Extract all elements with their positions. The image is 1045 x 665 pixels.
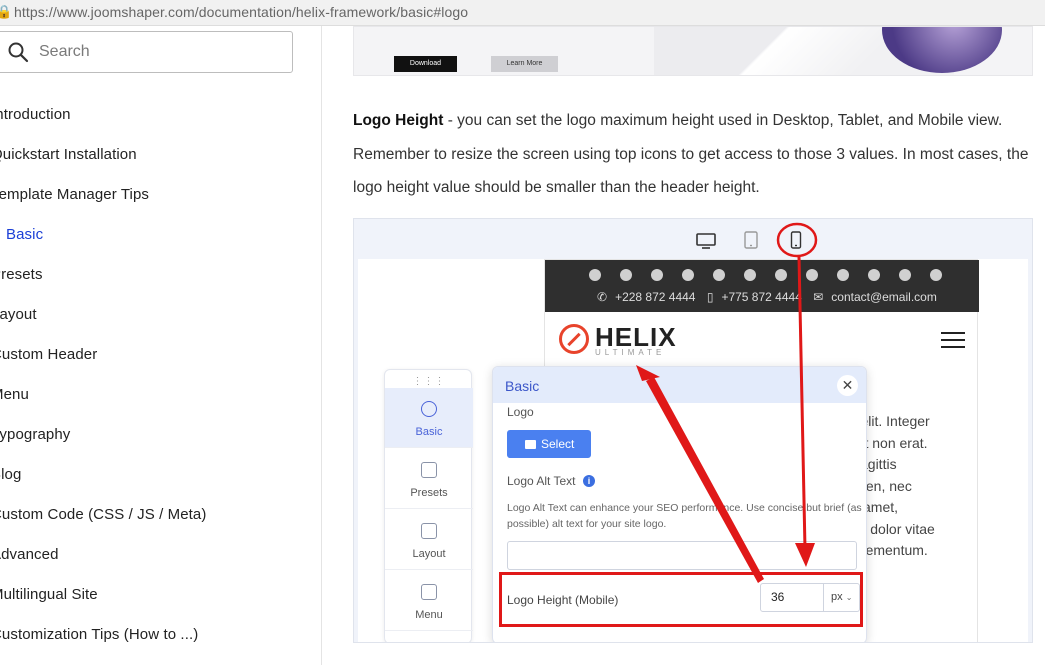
- site-topbar: ✆ +228 872 4444 ▯ +775 872 4444 ✉ contact@e…: [545, 260, 979, 312]
- sidebar-item-multilingual-site[interactable]: Multilingual Site: [0, 586, 98, 608]
- pinterest-icon: [651, 269, 663, 281]
- logo-height-paragraph: Logo Height - you can set the logo maxim…: [353, 104, 1033, 205]
- lock-icon: 🔒: [0, 4, 13, 19]
- unit-select: px ⌄: [824, 583, 860, 612]
- browser-address-bar[interactable]: 🔒 https://www.joomshaper.com/documentati…: [0, 0, 1045, 26]
- search-input[interactable]: [39, 40, 279, 64]
- mobile-phone-icon: ▯: [706, 290, 714, 304]
- modal-title: Basic: [505, 378, 540, 394]
- info-icon: i: [583, 475, 595, 487]
- behance-icon: [806, 269, 818, 281]
- vk-icon: [930, 269, 942, 281]
- panel-item-presets: Presets: [385, 449, 473, 509]
- select-button-label: Select: [541, 437, 575, 451]
- skype-icon: [837, 269, 849, 281]
- sidebar-item-presets[interactable]: Presets: [0, 266, 43, 288]
- sidebar-item-custom-header[interactable]: Custom Header: [0, 346, 97, 368]
- docs-sidebar: Introduction Quickstart Installation Tem…: [0, 26, 322, 665]
- phone-2: +775 872 4444: [721, 290, 802, 304]
- search-box[interactable]: [0, 31, 293, 73]
- select-logo-button: Select: [507, 430, 591, 458]
- sidebar-item-custom-code[interactable]: Custom Code (CSS / JS / Meta): [0, 506, 206, 528]
- panel-item-label: Presets: [410, 487, 448, 499]
- drag-handle-icon: ⋮⋮⋮: [412, 376, 446, 387]
- logo-alt-input: [507, 541, 857, 570]
- youtube-icon: [682, 269, 694, 281]
- sidebar-item-blog[interactable]: Blog: [0, 466, 21, 488]
- linkedin-icon: [713, 269, 725, 281]
- desktop-icon: [696, 233, 716, 249]
- gear-icon: [421, 401, 437, 417]
- logo-height-input: 36: [760, 583, 824, 612]
- close-icon: ✕: [837, 375, 858, 396]
- panel-item-layout: Layout: [385, 510, 473, 570]
- flickr-icon: [899, 269, 911, 281]
- learn-more-button: Learn More: [491, 56, 558, 72]
- whatsapp-icon: [868, 269, 880, 281]
- paragraph-text: - you can set the logo maximum height us…: [353, 112, 1029, 196]
- screenshot-figure: ✆ +228 872 4444 ▯ +775 872 4444 ✉ contact@e…: [353, 218, 1033, 643]
- sidebar-item-typography[interactable]: Typography: [0, 426, 70, 448]
- image-icon: [525, 440, 536, 449]
- helix-logo-subtitle: ULTIMATE: [595, 348, 666, 357]
- unit-value: px: [831, 591, 843, 603]
- panel-item-label: Basic: [415, 426, 443, 438]
- preview-area: ✆ +228 872 4444 ▯ +775 872 4444 ✉ contact@e…: [358, 259, 1028, 642]
- basic-settings-modal: Basic ✕ Logo Select Logo Alt Text i Logo…: [492, 366, 867, 642]
- panel-item-basic: Basic: [385, 388, 473, 448]
- sidebar-item-basic[interactable]: Basic: [6, 226, 43, 248]
- helix-logo-icon: [559, 324, 589, 354]
- sidebar-item-menu[interactable]: Menu: [0, 386, 29, 408]
- hero-image: Download Learn More: [353, 26, 1033, 76]
- contact-email: contact@email.com: [831, 290, 937, 304]
- logo-alt-label: Logo Alt Text: [507, 474, 576, 488]
- chevron-down-icon: ⌄: [845, 593, 853, 602]
- sidebar-item-template-manager-tips[interactable]: Template Manager Tips: [0, 186, 149, 208]
- phone-1: +228 872 4444: [615, 290, 696, 304]
- logo-height-label: Logo Height (Mobile): [507, 593, 619, 607]
- facebook-icon: [589, 269, 601, 281]
- layout-icon: [421, 523, 437, 539]
- logo-label: Logo: [507, 405, 534, 419]
- search-icon: [8, 42, 29, 63]
- mobile-icon: [790, 231, 802, 249]
- panel-item-label: Menu: [415, 609, 443, 621]
- hamburger-menu-icon: [941, 332, 965, 348]
- instagram-icon: [775, 269, 787, 281]
- term-logo-height: Logo Height: [353, 112, 444, 129]
- menu-list-icon: [421, 584, 437, 600]
- sidebar-item-advanced[interactable]: Advanced: [0, 546, 59, 568]
- social-icons: [585, 269, 945, 283]
- phone-icon: ✆: [597, 290, 608, 304]
- twitter-icon: [620, 269, 632, 281]
- device-toolbar: [354, 219, 1032, 259]
- envelope-icon: ✉: [813, 290, 824, 304]
- sliders-icon: [421, 462, 437, 478]
- panel-item-label: Layout: [412, 548, 446, 560]
- options-side-panel: ⋮⋮⋮ Basic Presets Layout Menu: [384, 369, 473, 642]
- sidebar-item-introduction[interactable]: Introduction: [0, 106, 71, 128]
- panel-item-menu: Menu: [385, 571, 473, 631]
- download-button: Download: [394, 56, 457, 72]
- sidebar-item-layout[interactable]: Layout: [0, 306, 37, 328]
- dribbble-icon: [744, 269, 756, 281]
- sidebar-item-quickstart-installation[interactable]: Quickstart Installation: [0, 146, 137, 168]
- alt-help-text: Logo Alt Text can enhance your SEO perfo…: [507, 502, 862, 530]
- url-text[interactable]: https://www.joomshaper.com/documentation…: [14, 4, 468, 20]
- modal-header: Basic ✕: [493, 367, 866, 403]
- sidebar-item-customization-tips[interactable]: Customization Tips (How to ...): [0, 626, 198, 648]
- contact-info: ✆ +228 872 4444 ▯ +775 872 4444 ✉ contact@e…: [597, 290, 945, 304]
- tablet-icon: [744, 231, 758, 249]
